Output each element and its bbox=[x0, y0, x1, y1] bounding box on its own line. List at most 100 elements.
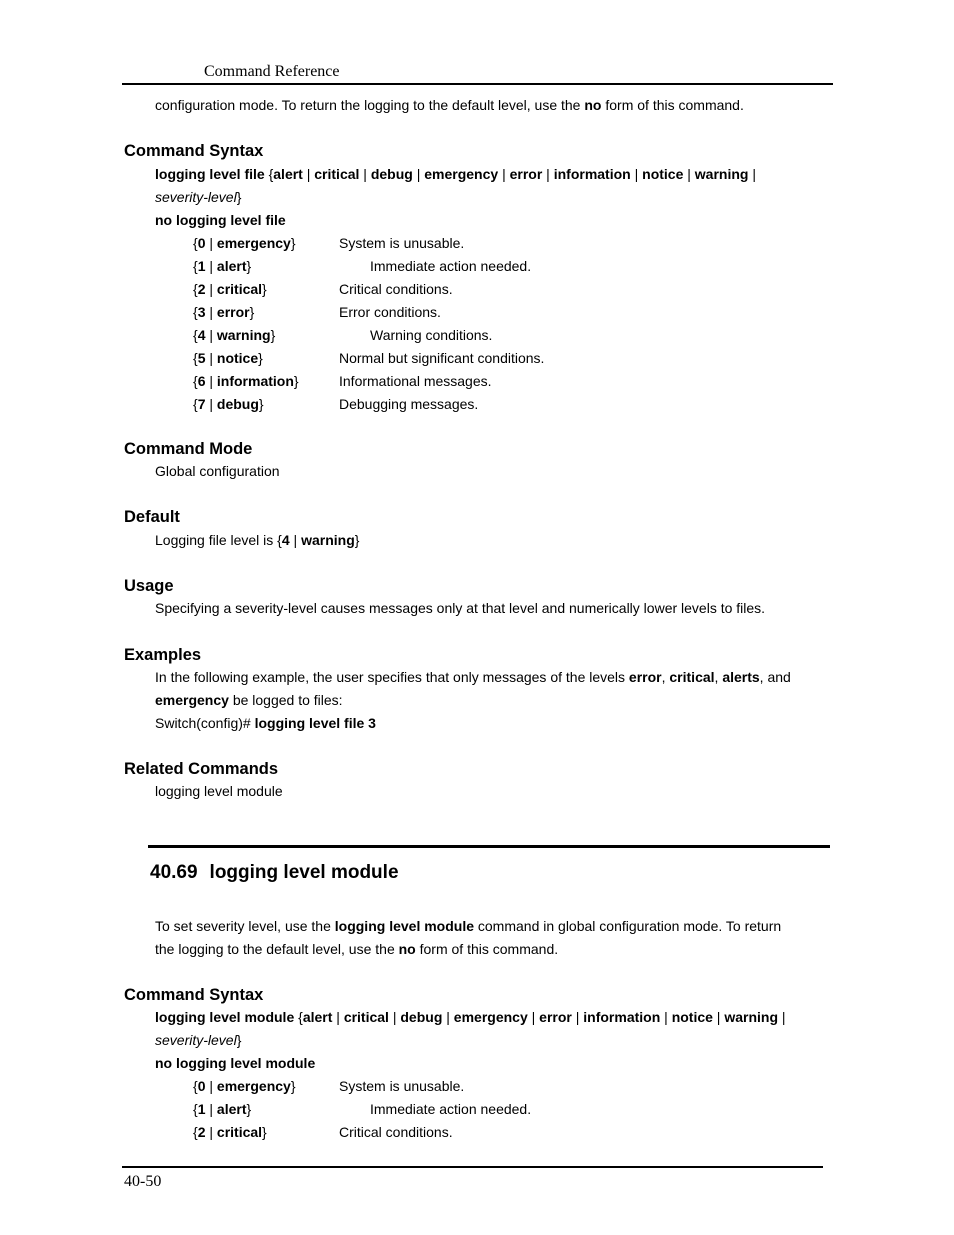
option-separator: | bbox=[778, 1009, 786, 1025]
related-commands-heading: Related Commands bbox=[124, 760, 279, 778]
level-name: debug bbox=[216, 396, 259, 412]
command-keyword: logging level module bbox=[155, 1009, 295, 1025]
option-error: error bbox=[509, 166, 543, 182]
cli-command: logging level file 3 bbox=[254, 715, 376, 731]
section-title-text: logging level module bbox=[209, 862, 399, 883]
header-rule bbox=[122, 83, 833, 85]
intro-text: configuration mode. To return the loggin… bbox=[155, 97, 585, 113]
kw-emergency: emergency bbox=[155, 692, 229, 708]
option-notice: notice bbox=[642, 166, 684, 182]
command-keyword: logging level file bbox=[155, 166, 265, 182]
severity-level-key: {7 | debug} bbox=[193, 396, 264, 412]
severity-level-description: Debugging messages. bbox=[339, 396, 479, 412]
level-name: emergency bbox=[216, 1078, 291, 1094]
level-number: 3 bbox=[197, 304, 206, 320]
no-form-syntax: no logging level file bbox=[155, 212, 286, 228]
command-name: logging level module bbox=[334, 918, 474, 934]
section-title: 40.69 logging level module bbox=[150, 862, 399, 884]
option-separator: | bbox=[498, 166, 510, 182]
default-pre: Logging file level is { bbox=[155, 532, 282, 548]
section-number: 40.69 bbox=[150, 862, 198, 883]
option-separator: | bbox=[388, 1009, 401, 1025]
level-name: critical bbox=[216, 281, 263, 297]
option-critical: critical bbox=[314, 166, 360, 182]
related-command-link: logging level module bbox=[155, 783, 283, 799]
option-error: error bbox=[539, 1009, 572, 1025]
severity-level-description: Normal but significant conditions. bbox=[339, 350, 545, 366]
level-number: 0 bbox=[197, 1078, 206, 1094]
option-separator: | bbox=[748, 166, 756, 182]
no-keyword: no bbox=[398, 941, 416, 957]
examples-heading: Examples bbox=[124, 646, 202, 664]
level-number: 1 bbox=[197, 1101, 206, 1117]
level-number: 2 bbox=[197, 1124, 206, 1140]
option-alert: alert bbox=[302, 1009, 333, 1025]
severity-level-description: Immediate action needed. bbox=[370, 1101, 532, 1117]
example-command: Switch(config)# logging level file 3 bbox=[155, 715, 376, 731]
command-syntax-heading: Command Syntax bbox=[124, 986, 264, 1004]
option-separator: | bbox=[683, 166, 695, 182]
command-syntax-heading: Command Syntax bbox=[124, 142, 264, 160]
kw-critical: critical bbox=[669, 669, 715, 685]
page-number: 40-50 bbox=[124, 1173, 162, 1190]
examples-line-1: In the following example, the user speci… bbox=[155, 669, 791, 685]
option-emergency: emergency bbox=[424, 166, 499, 182]
severity-level-key: {5 | notice} bbox=[193, 350, 263, 366]
default-sep: | bbox=[289, 532, 302, 548]
level-number: 4 bbox=[197, 327, 206, 343]
cli-prompt: Switch(config)# bbox=[155, 715, 255, 731]
severity-level-key: {0 | emergency} bbox=[193, 235, 296, 251]
brace-close: } bbox=[236, 1032, 242, 1048]
severity-level-key: {2 | critical} bbox=[193, 281, 267, 297]
level-name: alert bbox=[216, 1101, 247, 1117]
severity-level-key: {1 | alert} bbox=[193, 258, 252, 274]
severity-level-description: Critical conditions. bbox=[339, 1124, 453, 1140]
default-level-name: warning bbox=[301, 532, 355, 548]
footer-rule bbox=[122, 1166, 823, 1168]
option-separator: | bbox=[302, 166, 315, 182]
severity-level-key: {2 | critical} bbox=[193, 1124, 267, 1140]
option-separator: | bbox=[359, 166, 371, 182]
option-debug: debug bbox=[370, 166, 413, 182]
option-separator: | bbox=[571, 1009, 584, 1025]
section2-intro-line-1: To set severity level, use the logging l… bbox=[155, 918, 781, 934]
brace-open: { bbox=[294, 1009, 303, 1025]
level-number: 0 bbox=[197, 235, 206, 251]
option-alert: alert bbox=[273, 166, 303, 182]
default-heading: Default bbox=[124, 508, 180, 526]
severity-level-description: Immediate action needed. bbox=[370, 258, 532, 274]
option-notice: notice bbox=[671, 1009, 713, 1025]
default-level-num: 4 bbox=[281, 532, 290, 548]
syntax-param-line: severity-level} bbox=[155, 1032, 241, 1048]
no-keyword: no bbox=[584, 97, 602, 113]
option-debug: debug bbox=[400, 1009, 443, 1025]
brace-close: } bbox=[236, 189, 242, 205]
severity-level-key: {3 | error} bbox=[193, 304, 255, 320]
and-text: , and bbox=[759, 669, 791, 685]
level-number: 7 bbox=[197, 396, 206, 412]
option-warning: warning bbox=[724, 1009, 779, 1025]
option-separator: | bbox=[442, 1009, 454, 1025]
default-text: Logging file level is {4 | warning} bbox=[155, 532, 359, 548]
examples-text: In the following example, the user speci… bbox=[155, 669, 629, 685]
intro-text-end: form of this command. bbox=[601, 97, 744, 113]
severity-level-key: {4 | warning} bbox=[193, 327, 276, 343]
severity-level-key: {0 | emergency} bbox=[193, 1078, 296, 1094]
section2-intro-line-2: the logging to the default level, use th… bbox=[155, 941, 558, 957]
usage-text: Specifying a severity-level causes messa… bbox=[155, 600, 766, 616]
level-number: 6 bbox=[197, 373, 206, 389]
severity-level-param: severity-level bbox=[155, 1032, 237, 1048]
syntax-param-line: severity-level} bbox=[155, 189, 241, 205]
level-name: emergency bbox=[216, 235, 291, 251]
severity-level-description: Informational messages. bbox=[339, 373, 492, 389]
running-header: Command Reference bbox=[204, 63, 340, 80]
option-warning: warning bbox=[694, 166, 749, 182]
level-name: alert bbox=[216, 258, 247, 274]
intro-text: To set severity level, use the bbox=[155, 918, 335, 934]
kw-alerts: alerts bbox=[722, 669, 760, 685]
examples-line-2: emergency be logged to files: bbox=[155, 692, 343, 708]
brace-open: { bbox=[264, 166, 274, 182]
examples-text-end: be logged to files: bbox=[228, 692, 343, 708]
option-separator: | bbox=[712, 1009, 725, 1025]
level-name: notice bbox=[216, 350, 259, 366]
